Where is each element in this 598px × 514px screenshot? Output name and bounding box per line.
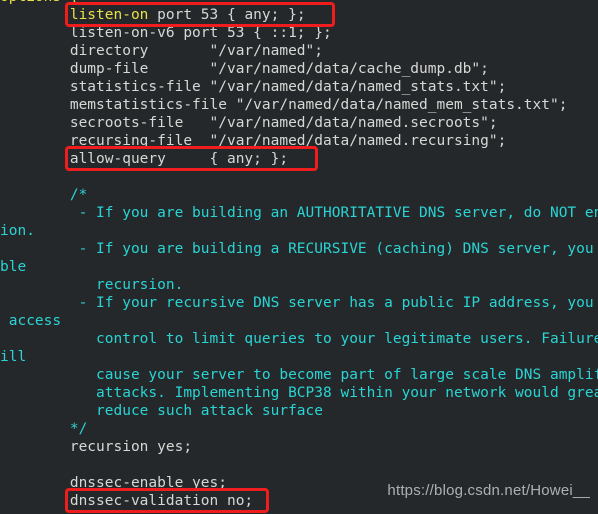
- code-token-comment-authoritative-wrap-0: ion.: [0, 223, 35, 239]
- code-line-secroots-file: secroots-file "/var/named/data/named.sec…: [0, 114, 598, 132]
- code-token-memstatistics-file-0: memstatistics-file "/var/named/data/name…: [0, 97, 568, 113]
- code-line-comment-publicip-wrap: access: [0, 312, 598, 330]
- code-line-allow-query: allow-query { any; };: [0, 150, 598, 168]
- code-content[interactable]: listen-on port 53 { any; }; listen-on-v6…: [0, 0, 598, 514]
- code-line-comment-recursive: - If you are building a RECURSIVE (cachi…: [0, 240, 598, 258]
- code-token-comment-authoritative-0: - If you are building an AUTHORITATIVE D…: [78, 205, 598, 221]
- code-line-recursion: recursion yes;: [0, 438, 598, 456]
- code-token-comment-publicip-0: - If your recursive DNS server has a pub…: [78, 295, 594, 311]
- code-editor-screen: options { listen-on port 53 { any; }; li…: [0, 0, 598, 514]
- code-line-dump-file: dump-file "/var/named/data/cache_dump.db…: [0, 60, 598, 78]
- code-line-comment-close: */: [0, 420, 598, 438]
- code-token-listen-on-0: [0, 7, 70, 23]
- code-token-comment-reduce-0: reduce such attack surface: [0, 403, 324, 419]
- code-line-comment-publicip: - If your recursive DNS server has a pub…: [0, 294, 598, 312]
- code-line-comment-recursion: recursion.: [0, 276, 598, 294]
- code-token-listen-on-1: listen-on: [69, 7, 149, 23]
- code-line-comment-reduce: reduce such attack surface: [0, 402, 598, 420]
- code-token-statistics-file-0: statistics-file "/var/named/data/named_s…: [0, 79, 507, 95]
- code-line-listen-on: listen-on port 53 { any; };: [0, 6, 598, 24]
- code-token-comment-publicip-wrap-0: access: [0, 313, 62, 329]
- watermark-text: https://blog.csdn.net/Howei__: [387, 482, 590, 499]
- code-token-comment-cause-0: cause your server to become part of larg…: [0, 367, 598, 383]
- code-line-memstatistics-file: memstatistics-file "/var/named/data/name…: [0, 96, 598, 114]
- code-token-dnssec-enable-0: dnssec-enable yes;: [0, 475, 227, 491]
- code-line-comment-authoritative-wrap: ion.: [0, 222, 598, 240]
- code-token-comment-recursive-wrap-0: ble: [0, 259, 27, 275]
- code-token-comment-control-wrap-0: ill: [0, 349, 27, 365]
- code-line-comment-recursive-wrap: ble: [0, 258, 598, 276]
- code-token-comment-control-0: control to limit queries to your legitim…: [96, 331, 598, 347]
- code-token-recursion-0: recursion yes;: [0, 439, 193, 455]
- code-line-comment-control: control to limit queries to your legitim…: [0, 330, 598, 348]
- code-token-comment-attacks-0: attacks. Implementing BCP38 within your …: [0, 385, 598, 401]
- code-token-comment-recursive-0: - If you are building a RECURSIVE (cachi…: [78, 241, 594, 257]
- code-line-blank-1: [0, 168, 598, 186]
- code-token-listen-on-2: port 53 { any; };: [148, 7, 306, 23]
- code-line-blank-2: [0, 456, 598, 474]
- code-token-dump-file-0: dump-file "/var/named/data/cache_dump.db…: [0, 61, 489, 77]
- code-line-statistics-file: statistics-file "/var/named/data/named_s…: [0, 78, 598, 96]
- code-token-directory-0: directory "/var/named";: [0, 43, 324, 59]
- code-line-comment-authoritative: - If you are building an AUTHORITATIVE D…: [0, 204, 598, 222]
- code-line-listen-on-v6: listen-on-v6 port 53 { ::1; };: [0, 24, 598, 42]
- code-token-secroots-file-0: secroots-file "/var/named/data/named.sec…: [0, 115, 498, 131]
- code-line-directory: directory "/var/named";: [0, 42, 598, 60]
- code-line-comment-cause: cause your server to become part of larg…: [0, 366, 598, 384]
- code-token-listen-on-v6-0: listen-on-v6 port 53 { ::1; };: [0, 25, 332, 41]
- code-token-comment-recursion-0: recursion.: [0, 277, 184, 293]
- code-token-comment-close-0: */: [0, 421, 88, 437]
- code-line-recursing-file: recursing-file "/var/named/data/named.re…: [0, 132, 598, 150]
- code-line-comment-open: /*: [0, 186, 598, 204]
- code-token-allow-query-0: allow-query { any; };: [0, 151, 289, 167]
- code-token-comment-open-0: /*: [0, 187, 88, 203]
- code-line-comment-control-wrap: ill: [0, 348, 598, 366]
- code-token-dnssec-validation-0: dnssec-validation no;: [0, 493, 254, 509]
- code-token-recursing-file-0: recursing-file "/var/named/data/named.re…: [0, 133, 507, 149]
- code-line-comment-attacks: attacks. Implementing BCP38 within your …: [0, 384, 598, 402]
